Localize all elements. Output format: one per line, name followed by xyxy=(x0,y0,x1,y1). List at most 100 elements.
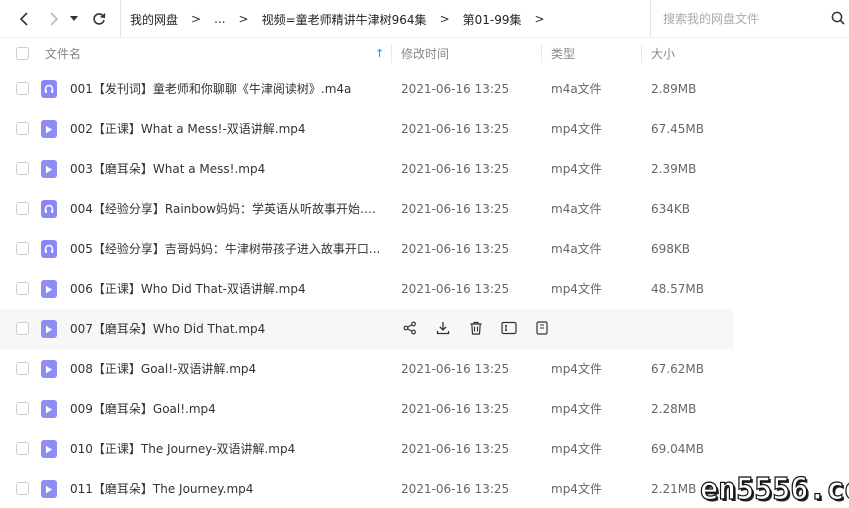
search-icon[interactable] xyxy=(831,11,845,25)
file-name[interactable]: 006【正课】Who Did That-双语讲解.mp4 xyxy=(70,269,385,309)
file-modified: 2021-06-16 13:25 xyxy=(401,402,510,416)
video-file-icon xyxy=(41,320,57,338)
file-name[interactable]: 004【经验分享】Rainbow妈妈：学英语从听故事开始.m... xyxy=(70,189,385,229)
file-name[interactable]: 005【经验分享】吉哥妈妈：牛津树带孩子进入故事开口... xyxy=(70,229,385,269)
video-file-icon xyxy=(41,280,57,298)
column-header-name[interactable]: 文件名 xyxy=(45,38,81,69)
file-size: 2.28MB xyxy=(651,402,697,416)
download-button[interactable] xyxy=(433,319,453,339)
breadcrumb-item[interactable]: 我的网盘 xyxy=(130,11,178,28)
chevron-right-icon xyxy=(50,12,59,26)
share-icon xyxy=(403,321,417,338)
video-file-icon xyxy=(41,120,57,138)
select-all-checkbox[interactable] xyxy=(16,47,29,60)
file-name[interactable]: 003【磨耳朵】What a Mess!.mp4 xyxy=(70,149,385,189)
file-modified: 2021-06-16 13:25 xyxy=(401,442,510,456)
table-row[interactable]: 005【经验分享】吉哥妈妈：牛津树带孩子进入故事开口... 2021-06-16 … xyxy=(0,229,849,269)
more-button[interactable] xyxy=(532,319,552,339)
row-checkbox[interactable] xyxy=(16,82,29,95)
table-row[interactable]: 001【发刊词】童老师和你聊聊《牛津阅读树》.m4a 2021-06-16 13:… xyxy=(0,69,849,109)
share-button[interactable] xyxy=(400,319,420,339)
file-size: 67.45MB xyxy=(651,122,704,136)
video-file-icon xyxy=(41,480,57,498)
file-type: mp4文件 xyxy=(551,362,602,376)
column-header-size[interactable]: 大小 xyxy=(651,38,675,69)
file-type: mp4文件 xyxy=(551,162,602,176)
refresh-button[interactable] xyxy=(88,8,110,30)
delete-button[interactable] xyxy=(466,319,486,339)
table-row[interactable]: 008【正课】Goal!-双语讲解.mp4 2021-06-16 13:25 mp4… xyxy=(0,349,849,389)
file-type: mp4文件 xyxy=(551,402,602,416)
file-name[interactable]: 001【发刊词】童老师和你聊聊《牛津阅读树》.m4a xyxy=(70,69,385,109)
file-modified: 2021-06-16 13:25 xyxy=(401,202,510,216)
row-checkbox[interactable] xyxy=(16,442,29,455)
caret-down-icon xyxy=(70,16,78,21)
sort-ascending-icon[interactable]: ↑ xyxy=(375,38,384,69)
row-checkbox[interactable] xyxy=(16,402,29,415)
table-row[interactable]: 003【磨耳朵】What a Mess!.mp4 2021-06-16 13:25… xyxy=(0,149,849,189)
row-checkbox[interactable] xyxy=(16,122,29,135)
file-name[interactable]: 008【正课】Goal!-双语讲解.mp4 xyxy=(70,349,385,389)
table-header: 文件名 ↑ 修改时间 类型 大小 xyxy=(0,38,849,69)
file-size: 69.04MB xyxy=(651,442,704,456)
file-name[interactable]: 002【正课】What a Mess!-双语讲解.mp4 xyxy=(70,109,385,149)
file-name[interactable]: 009【磨耳朵】Goal!.mp4 xyxy=(70,389,385,429)
delete-icon xyxy=(469,321,483,338)
row-actions xyxy=(400,319,565,339)
rename-button[interactable] xyxy=(499,319,519,339)
row-checkbox[interactable] xyxy=(16,282,29,295)
column-divider xyxy=(391,45,392,63)
column-divider xyxy=(541,45,542,63)
breadcrumb-separator: > xyxy=(191,12,202,26)
file-type: mp4文件 xyxy=(551,442,602,456)
column-header-type[interactable]: 类型 xyxy=(551,38,575,69)
table-row[interactable]: 009【磨耳朵】Goal!.mp4 2021-06-16 13:25 mp4文件 2.… xyxy=(0,389,849,429)
refresh-icon xyxy=(93,13,106,25)
file-type: mp4文件 xyxy=(551,122,602,136)
row-checkbox[interactable] xyxy=(16,322,29,335)
history-dropdown-button[interactable] xyxy=(67,8,81,30)
search-input[interactable] xyxy=(663,12,823,26)
file-type: m4a文件 xyxy=(551,202,602,216)
audio-file-icon xyxy=(41,240,57,258)
breadcrumb-separator: > xyxy=(439,12,450,26)
file-size: 2.39MB xyxy=(651,162,697,176)
file-name[interactable]: 010【正课】The Journey-双语讲解.mp4 xyxy=(70,429,385,469)
file-size: 634KB xyxy=(651,202,691,216)
row-checkbox[interactable] xyxy=(16,242,29,255)
toolbar: 我的网盘 > ... > 视频=童老师精讲牛津树964集 > 第01-99集 > xyxy=(0,0,849,38)
row-checkbox[interactable] xyxy=(16,162,29,175)
table-row[interactable]: 007【磨耳朵】Who Did That.mp4 xyxy=(0,309,733,349)
row-checkbox[interactable] xyxy=(16,482,29,495)
table-row[interactable]: 010【正课】The Journey-双语讲解.mp4 2021-06-16 13… xyxy=(0,429,849,469)
file-modified: 2021-06-16 13:25 xyxy=(401,162,510,176)
audio-file-icon xyxy=(41,200,57,218)
breadcrumb-separator: > xyxy=(238,12,249,26)
file-modified: 2021-06-16 13:25 xyxy=(401,482,510,496)
file-modified: 2021-06-16 13:25 xyxy=(401,282,510,296)
breadcrumb-item[interactable]: 第01-99集 xyxy=(463,11,522,28)
chevron-left-icon xyxy=(19,12,28,26)
video-file-icon xyxy=(41,440,57,458)
row-checkbox[interactable] xyxy=(16,362,29,375)
file-list: 001【发刊词】童老师和你聊聊《牛津阅读树》.m4a 2021-06-16 13:… xyxy=(0,69,849,508)
file-type: mp4文件 xyxy=(551,482,602,496)
column-divider xyxy=(641,45,642,63)
breadcrumb-item[interactable]: ... xyxy=(214,12,225,26)
breadcrumb: 我的网盘 > ... > 视频=童老师精讲牛津树964集 > 第01-99集 > xyxy=(120,0,558,38)
back-button[interactable] xyxy=(13,8,35,30)
file-modified: 2021-06-16 13:25 xyxy=(401,82,510,96)
breadcrumb-item[interactable]: 视频=童老师精讲牛津树964集 xyxy=(262,11,427,28)
forward-button[interactable] xyxy=(43,8,65,30)
file-name[interactable]: 007【磨耳朵】Who Did That.mp4 xyxy=(70,309,385,349)
file-name[interactable]: 011【磨耳朵】The Journey.mp4 xyxy=(70,469,385,508)
video-file-icon xyxy=(41,360,57,378)
table-row[interactable]: 004【经验分享】Rainbow妈妈：学英语从听故事开始.m... 2021-06… xyxy=(0,189,849,229)
file-size: 48.57MB xyxy=(651,282,704,296)
row-checkbox[interactable] xyxy=(16,202,29,215)
table-row[interactable]: 006【正课】Who Did That-双语讲解.mp4 2021-06-16 1… xyxy=(0,269,849,309)
breadcrumb-separator: > xyxy=(534,12,545,26)
file-type: m4a文件 xyxy=(551,242,602,256)
column-header-modified[interactable]: 修改时间 xyxy=(401,38,449,69)
table-row[interactable]: 002【正课】What a Mess!-双语讲解.mp4 2021-06-16 1… xyxy=(0,109,849,149)
